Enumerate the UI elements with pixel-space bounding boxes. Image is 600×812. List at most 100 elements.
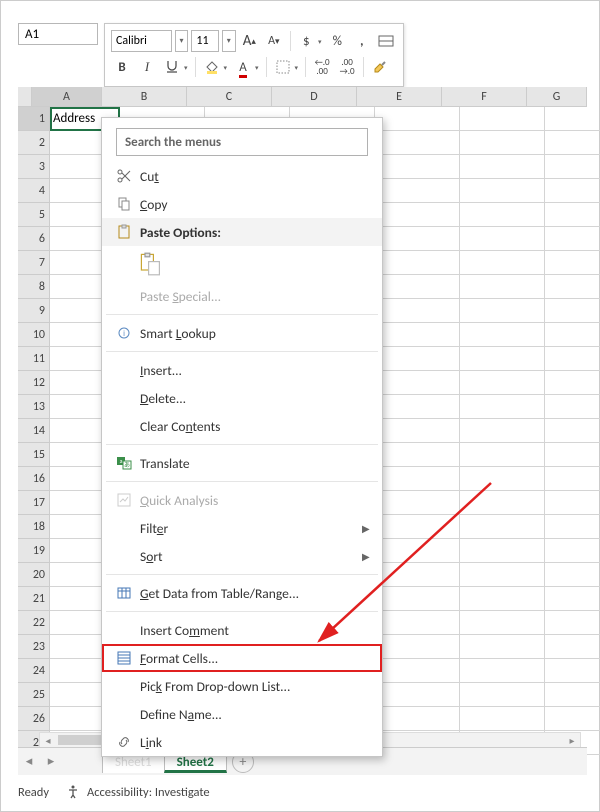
menu-item-filter[interactable]: Filter ▶ (102, 514, 382, 542)
menu-item-insert[interactable]: Insert... (102, 356, 382, 384)
cell-F20[interactable] (460, 563, 545, 587)
cell-E20[interactable] (375, 563, 460, 587)
cell-F4[interactable] (460, 179, 545, 203)
menu-search-input[interactable]: Search the menus (116, 128, 368, 156)
row-header-19[interactable]: 19 (18, 539, 50, 563)
menu-item-sort[interactable]: Sort ▶ (102, 542, 382, 570)
cell-G7[interactable] (545, 251, 600, 275)
name-box[interactable]: A1 (18, 23, 98, 45)
menu-item-smart-lookup[interactable]: i Smart Lookup (102, 319, 382, 347)
row-header-10[interactable]: 10 (18, 323, 50, 347)
row-header-15[interactable]: 15 (18, 443, 50, 467)
row-header-24[interactable]: 24 (18, 659, 50, 683)
cell-F3[interactable] (460, 155, 545, 179)
cell-G3[interactable] (545, 155, 600, 179)
row-header-21[interactable]: 21 (18, 587, 50, 611)
decrease-decimal-button[interactable]: .00→.0 (336, 56, 358, 78)
font-color-button[interactable]: A (232, 56, 254, 78)
cell-F26[interactable] (460, 707, 545, 731)
cell-G21[interactable] (545, 587, 600, 611)
cell-E5[interactable] (375, 203, 460, 227)
row-header-17[interactable]: 17 (18, 491, 50, 515)
menu-item-delete[interactable]: Delete... (102, 384, 382, 412)
cell-F8[interactable] (460, 275, 545, 299)
cell-E17[interactable] (375, 491, 460, 515)
select-all-corner[interactable] (18, 87, 32, 107)
underline-button[interactable] (161, 56, 183, 78)
cell-G15[interactable] (545, 443, 600, 467)
cell-E9[interactable] (375, 299, 460, 323)
borders-button[interactable] (272, 56, 294, 78)
dropdown-caret-icon[interactable]: ▾ (224, 63, 228, 72)
row-header-9[interactable]: 9 (18, 299, 50, 323)
font-size-select[interactable]: 11 (191, 30, 218, 52)
cell-F5[interactable] (460, 203, 545, 227)
menu-item-copy[interactable]: Copy (102, 190, 382, 218)
increase-decimal-button[interactable]: ←.0.00 (311, 56, 333, 78)
bold-button[interactable]: B (111, 56, 133, 78)
column-header-G[interactable]: G (527, 87, 587, 107)
cell-F22[interactable] (460, 611, 545, 635)
row-header-25[interactable]: 25 (18, 683, 50, 707)
cell-F2[interactable] (460, 131, 545, 155)
cell-G24[interactable] (545, 659, 600, 683)
cell-F1[interactable] (460, 107, 545, 131)
dropdown-caret-icon[interactable]: ▾ (255, 63, 259, 72)
cell-G13[interactable] (545, 395, 600, 419)
cell-E11[interactable] (375, 347, 460, 371)
cell-E16[interactable] (375, 467, 460, 491)
cell-F9[interactable] (460, 299, 545, 323)
accounting-format-button[interactable]: $ (296, 30, 317, 52)
row-header-5[interactable]: 5 (18, 203, 50, 227)
cell-G1[interactable] (545, 107, 600, 131)
row-header-18[interactable]: 18 (18, 515, 50, 539)
cell-F12[interactable] (460, 371, 545, 395)
cell-E23[interactable] (375, 635, 460, 659)
cell-G5[interactable] (545, 203, 600, 227)
cell-E4[interactable] (375, 179, 460, 203)
menu-item-link[interactable]: Link (102, 728, 382, 756)
cell-E26[interactable] (375, 707, 460, 731)
cell-E7[interactable] (375, 251, 460, 275)
row-header-23[interactable]: 23 (18, 635, 50, 659)
fill-color-button[interactable] (201, 56, 223, 78)
row-header-20[interactable]: 20 (18, 563, 50, 587)
cell-E6[interactable] (375, 227, 460, 251)
dropdown-caret-icon[interactable]: ▾ (318, 37, 322, 46)
percent-format-button[interactable]: % (327, 30, 348, 52)
cell-F16[interactable] (460, 467, 545, 491)
cell-G23[interactable] (545, 635, 600, 659)
scroll-left-arrow[interactable]: ◂ (40, 734, 56, 747)
row-header-3[interactable]: 3 (18, 155, 50, 179)
row-header-6[interactable]: 6 (18, 227, 50, 251)
comma-format-button[interactable]: , (351, 30, 372, 52)
column-header-E[interactable]: E (357, 87, 442, 107)
font-name-caret[interactable]: ▾ (175, 30, 189, 52)
cell-G22[interactable] (545, 611, 600, 635)
cell-E3[interactable] (375, 155, 460, 179)
row-header-14[interactable]: 14 (18, 419, 50, 443)
row-header-4[interactable]: 4 (18, 179, 50, 203)
cell-E1[interactable] (375, 107, 460, 131)
cell-G26[interactable] (545, 707, 600, 731)
row-header-12[interactable]: 12 (18, 371, 50, 395)
cell-E18[interactable] (375, 515, 460, 539)
cell-E22[interactable] (375, 611, 460, 635)
cell-G9[interactable] (545, 299, 600, 323)
cell-E8[interactable] (375, 275, 460, 299)
tab-nav-prev[interactable]: ◂ (18, 754, 40, 769)
menu-item-translate[interactable]: aあ Translate (102, 449, 382, 477)
cell-G2[interactable] (545, 131, 600, 155)
cell-F21[interactable] (460, 587, 545, 611)
cell-G11[interactable] (545, 347, 600, 371)
cell-E2[interactable] (375, 131, 460, 155)
cell-G14[interactable] (545, 419, 600, 443)
cell-G17[interactable] (545, 491, 600, 515)
font-name-select[interactable]: Calibri (111, 30, 172, 52)
row-header-26[interactable]: 26 (18, 707, 50, 731)
cell-E24[interactable] (375, 659, 460, 683)
increase-font-button[interactable]: A▴ (239, 30, 260, 52)
cell-E12[interactable] (375, 371, 460, 395)
cell-G16[interactable] (545, 467, 600, 491)
cell-E19[interactable] (375, 539, 460, 563)
